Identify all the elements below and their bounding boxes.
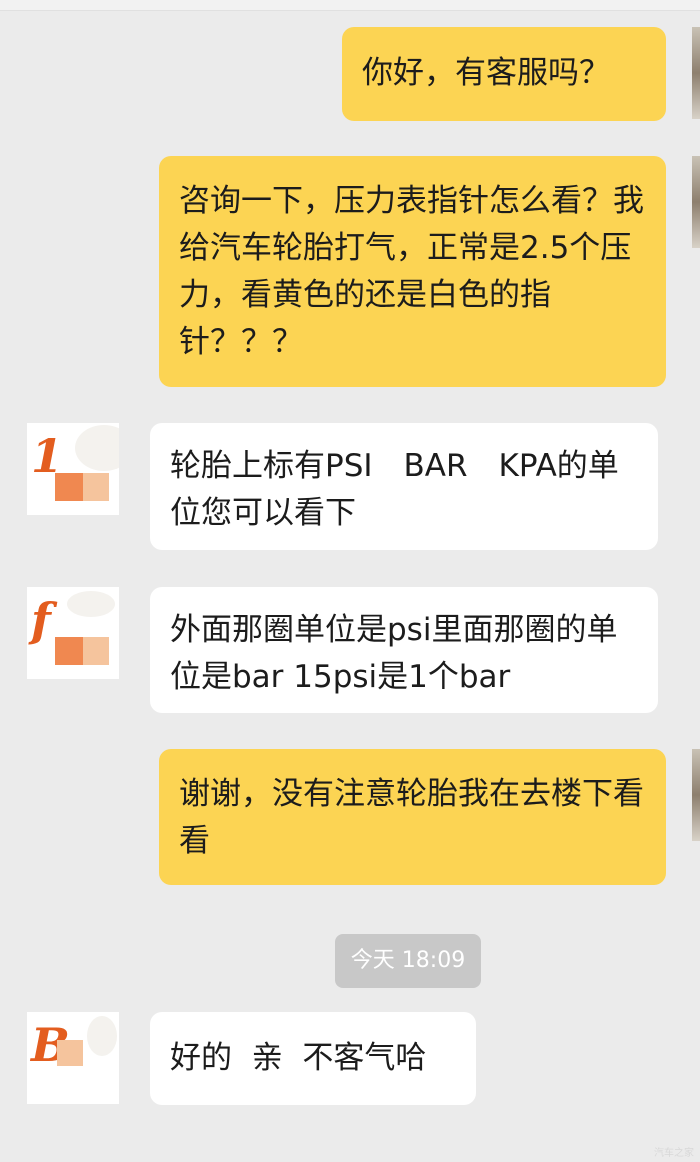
agent-avatar[interactable]: f <box>27 587 119 679</box>
user-avatar[interactable] <box>692 27 700 119</box>
user-avatar[interactable] <box>692 156 700 248</box>
message-bubble-outgoing[interactable]: 谢谢，没有注意轮胎我在去楼下看看 <box>159 749 666 885</box>
message-bubble-incoming[interactable]: 好的 亲 不客气哈 <box>150 1012 476 1105</box>
agent-avatar[interactable]: 1 <box>27 423 119 515</box>
message-bubble-outgoing[interactable]: 你好，有客服吗？ <box>342 27 666 121</box>
message-bubble-outgoing[interactable]: 咨询一下，压力表指针怎么看？我给汽车轮胎打气，正常是2.5个压力，看黄色的还是白… <box>159 156 666 387</box>
user-avatar[interactable] <box>692 749 700 841</box>
message-bubble-incoming[interactable]: 外面那圈单位是psi里面那圈的单位是bar 15psi是1个bar <box>150 587 658 713</box>
message-bubble-incoming[interactable]: 轮胎上标有PSI BAR KPA的单位您可以看下 <box>150 423 658 550</box>
avatar-logo-letter: f <box>31 593 51 647</box>
timestamp-badge: 今天 18:09 <box>335 934 481 988</box>
watermark: 汽车之家 <box>654 1148 694 1159</box>
top-divider <box>0 0 700 11</box>
agent-avatar[interactable]: B <box>27 1012 119 1104</box>
